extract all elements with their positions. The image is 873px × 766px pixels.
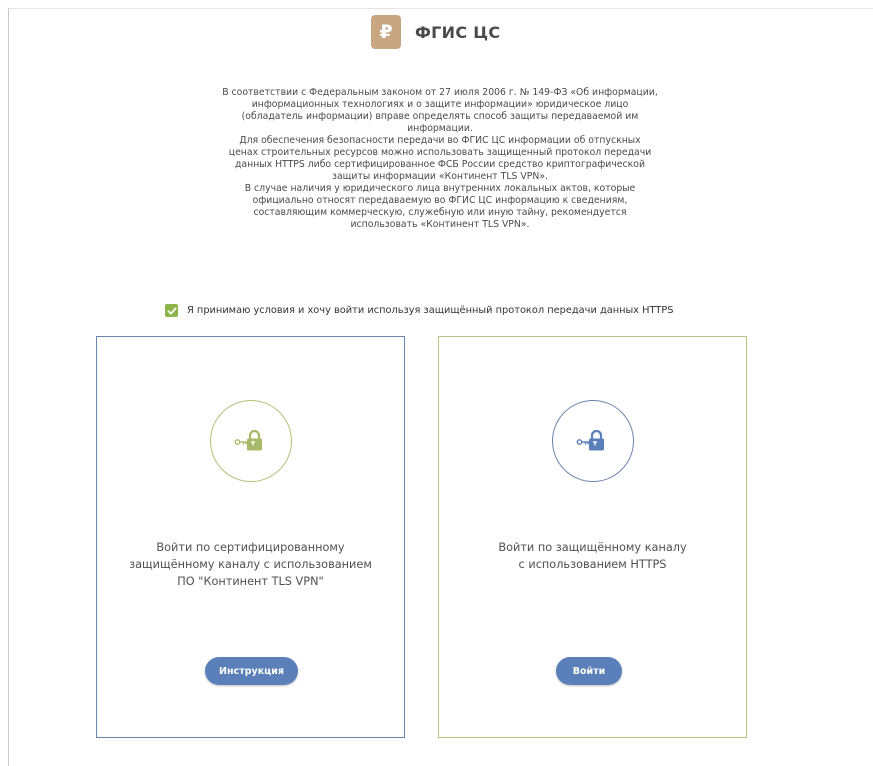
info-text: В соответствии с Федеральным законом от …	[170, 87, 710, 231]
header: ₽ ФГИС ЦС	[371, 14, 500, 50]
accept-label: Я принимаю условия и хочу войти использу…	[187, 305, 674, 316]
info-line: информации.	[407, 123, 473, 134]
info-line: использовать «Континент TLS VPN».	[350, 219, 530, 230]
lock-key-icon	[576, 429, 604, 451]
vpn-card-text-line: защищённому каналу с использованием	[129, 558, 372, 571]
info-line: ценах строительных ресурсов можно исполь…	[228, 147, 652, 158]
accept-checkbox[interactable]	[165, 304, 178, 317]
checkmark-icon	[167, 307, 176, 314]
ruble-logo-icon: ₽	[371, 15, 401, 49]
https-login-card[interactable]: Войти по защищённому каналу с использова…	[438, 336, 747, 738]
info-line: защиты информации «Континент TLS VPN».	[332, 171, 548, 182]
vpn-login-card[interactable]: Войти по сертифицированному защищённому …	[96, 336, 405, 738]
vpn-card-text-line: Войти по сертифицированному	[156, 541, 345, 554]
page-title: ФГИС ЦС	[415, 22, 501, 42]
info-line: составляющим коммерческую, служебную или…	[253, 207, 627, 218]
vpn-icon-circle	[210, 400, 292, 482]
accept-terms[interactable]: Я принимаю условия и хочу войти использу…	[165, 304, 673, 317]
lock-key-icon	[234, 429, 262, 451]
logo-glyph: ₽	[379, 20, 393, 43]
vpn-card-text-line: ПО "Континент TLS VPN"	[177, 575, 324, 588]
login-button[interactable]: Войти	[556, 657, 622, 685]
info-line: Для обеспечения безопасности передачи во…	[239, 135, 641, 146]
info-line: данных HTTPS либо сертифицированное ФСБ …	[234, 159, 645, 170]
https-card-text: Войти по защищённому каналу с использова…	[449, 539, 736, 573]
https-card-text-line: Войти по защищённому каналу	[498, 541, 687, 554]
info-line: В соответствии с Федеральным законом от …	[222, 87, 658, 98]
info-line: (обладатель информации) вправе определят…	[241, 111, 639, 122]
vpn-card-text: Войти по сертифицированному защищённому …	[107, 539, 394, 590]
info-line: В случае наличия у юридического лица вну…	[244, 183, 636, 194]
info-line: официально относят передаваемую во ФГИС …	[252, 195, 628, 206]
info-line: информационных технологиях и о защите ин…	[251, 99, 629, 110]
https-icon-circle	[552, 400, 634, 482]
instruction-button[interactable]: Инструкция	[205, 657, 298, 685]
https-card-text-line: с использованием HTTPS	[518, 558, 667, 571]
